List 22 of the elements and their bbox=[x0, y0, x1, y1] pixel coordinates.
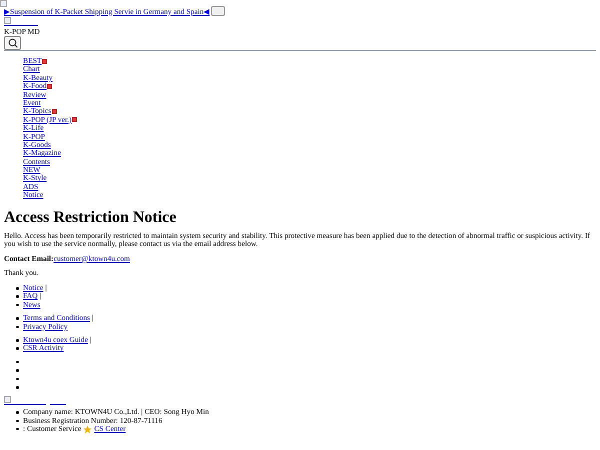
bullet-icon bbox=[16, 360, 18, 364]
page-title: Access Restriction Notice bbox=[4, 208, 178, 226]
bullet-icon bbox=[16, 378, 18, 380]
bullet-icon bbox=[16, 411, 18, 414]
search-button[interactable] bbox=[4, 36, 21, 50]
broken-image-icon bbox=[0, 0, 7, 7]
bullet-icon bbox=[16, 347, 18, 350]
bullet-icon bbox=[16, 295, 18, 298]
star-icon bbox=[83, 424, 92, 434]
logo-image-link[interactable] bbox=[4, 17, 38, 26]
bullet-icon bbox=[16, 317, 18, 320]
bullet-icon bbox=[16, 420, 18, 422]
bullet-icon bbox=[16, 339, 18, 342]
bullet-icon bbox=[16, 386, 18, 389]
search-icon bbox=[8, 38, 18, 48]
footer-logo-link[interactable] bbox=[4, 396, 46, 406]
bullet-icon bbox=[16, 369, 18, 372]
bullet-icon bbox=[16, 304, 18, 306]
banner-close-button[interactable] bbox=[210, 6, 225, 16]
bullet-icon bbox=[16, 428, 18, 430]
bullet-icon bbox=[16, 326, 18, 328]
bullet-icon bbox=[16, 287, 18, 290]
